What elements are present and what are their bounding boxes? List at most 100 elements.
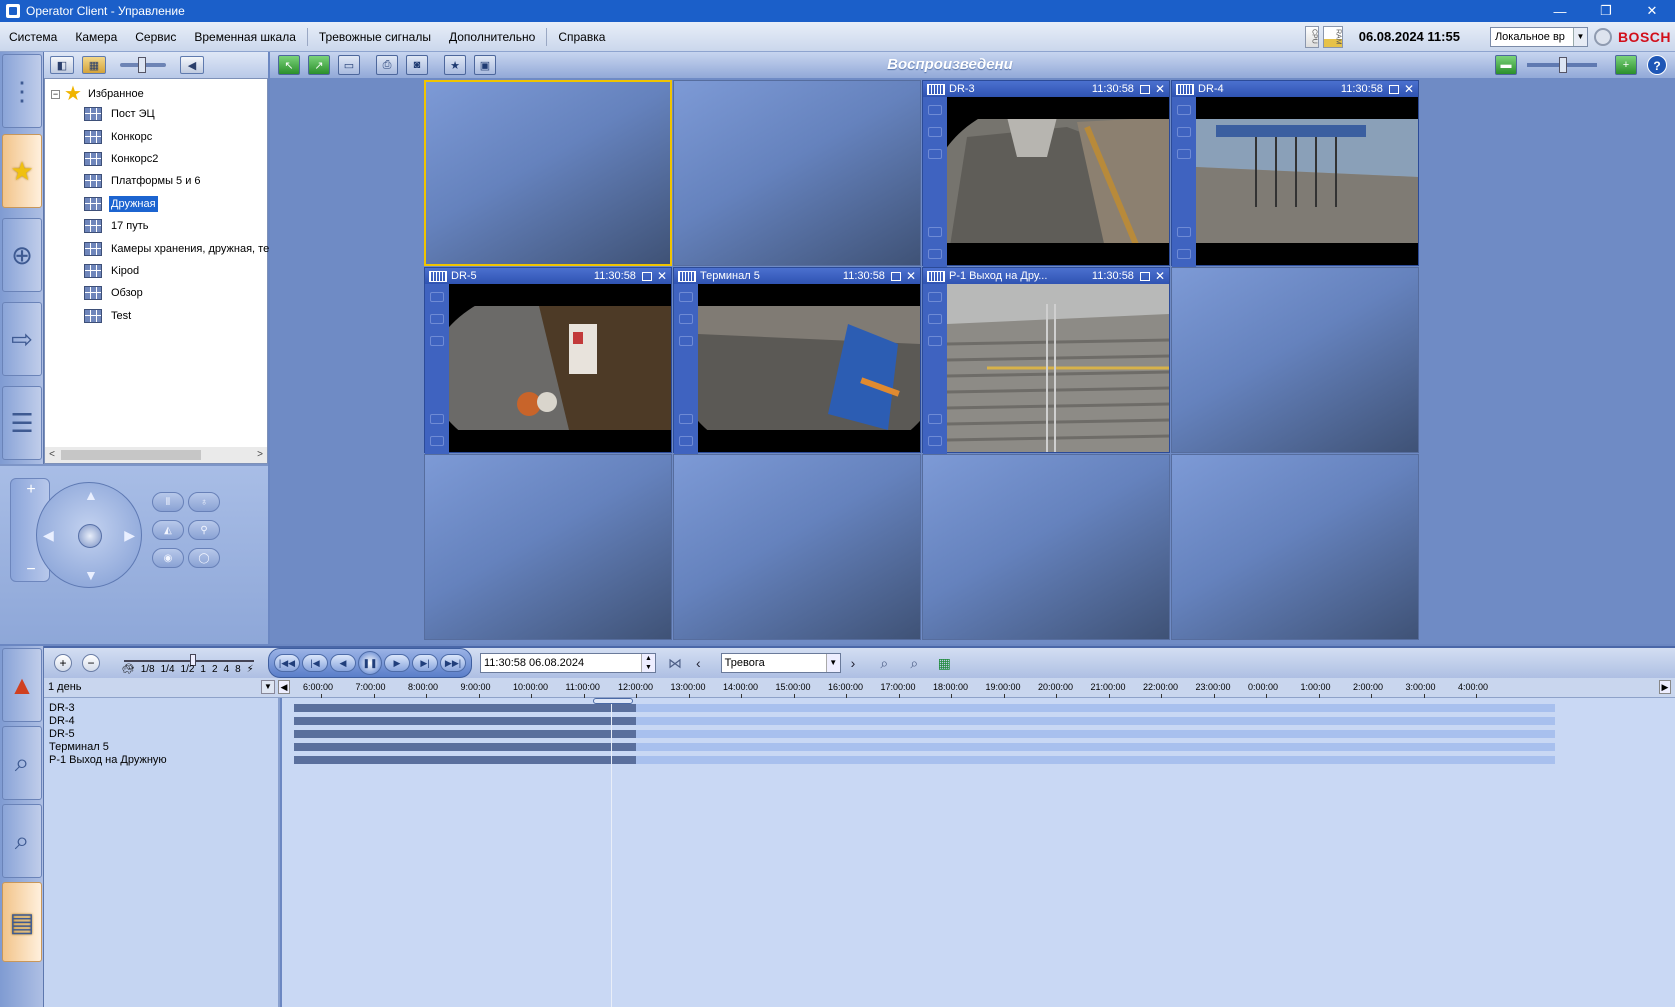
chevron-down-icon[interactable]: ▼ [261, 680, 275, 694]
camera-icon[interactable]: ◧ [50, 56, 74, 74]
image-pane-dr3[interactable]: DR-3 11:30:58 ✕ [922, 80, 1170, 267]
zoom-in-button[interactable]: + [11, 481, 51, 499]
snapshot-icon[interactable]: ◙ [406, 55, 428, 75]
timeline-track[interactable] [294, 704, 1555, 712]
arrow-right-icon[interactable]: ▶ [124, 527, 135, 544]
nav-export[interactable]: ⇨ [2, 302, 42, 376]
image-pane-p1[interactable]: P-1 Выход на Дру... 11:30:58 ✕ [922, 267, 1170, 454]
select-icon[interactable]: ↖ [278, 55, 300, 75]
image-pane-empty[interactable] [1171, 267, 1419, 453]
close-icon[interactable]: ✕ [906, 269, 916, 283]
stop-button[interactable]: ◯ [188, 548, 220, 568]
image-pane-dr4[interactable]: DR-4 11:30:58 ✕ [1171, 80, 1419, 267]
playback-cursor-line[interactable] [610, 698, 612, 1007]
maximize-icon[interactable] [1388, 84, 1399, 94]
ptz-dial[interactable]: ▲ ▼ ◀ ▶ [36, 482, 142, 588]
tree-item[interactable]: Kipod [81, 260, 271, 282]
minimize-button[interactable]: — [1537, 0, 1583, 22]
timeline-camera-name[interactable]: DR-4 [49, 715, 75, 727]
timeline-track[interactable] [294, 717, 1555, 725]
image-pane-dr5[interactable]: DR-5 11:30:58 ✕ [424, 267, 672, 454]
timeline-track[interactable] [294, 730, 1555, 738]
timeline-track[interactable] [294, 756, 1555, 764]
nav-map[interactable]: ⊕ [2, 218, 42, 292]
image-pane-empty[interactable] [673, 454, 921, 640]
event-type-select[interactable]: Тревога ▼ [720, 653, 841, 673]
single-pane-icon[interactable]: ▬ [1495, 55, 1517, 75]
image-pane-terminal5[interactable]: Терминал 5 11:30:58 ✕ [673, 267, 921, 454]
nav-alarm[interactable]: ▲ [2, 648, 42, 722]
tree-hscrollbar[interactable]: < > [45, 447, 267, 463]
nav-list[interactable]: ☰ [2, 386, 42, 460]
step-forward-icon[interactable]: ▶| [412, 654, 438, 672]
tree-item[interactable]: Пост ЭЦ [81, 103, 271, 125]
menu-camera[interactable]: Камера [66, 22, 126, 52]
menu-alarms[interactable]: Тревожные сигналы [310, 22, 440, 52]
tree-item[interactable]: Конкорс [81, 125, 271, 147]
maximize-pane-icon[interactable]: ▭ [338, 55, 360, 75]
film-icon[interactable]: ▦ [82, 56, 106, 74]
drag-icon[interactable]: ↗ [308, 55, 330, 75]
timeline-camera-name[interactable]: DR-3 [49, 702, 75, 714]
playback-datetime-input[interactable]: 11:30:58 06.08.2024 ▲ ▼ [480, 653, 656, 673]
play-icon[interactable]: ▶ [384, 654, 410, 672]
close-icon[interactable]: ✕ [657, 269, 667, 283]
image-pane-empty[interactable] [424, 454, 672, 640]
nav-favorites[interactable]: ★ [2, 134, 42, 208]
timeline-zoom-in-button[interactable]: + [54, 654, 72, 672]
timezone-select[interactable]: Локальное вр ▼ [1489, 26, 1588, 47]
preset-button[interactable]: ◭ [152, 520, 184, 540]
nav-timeline[interactable]: ▤ [2, 882, 42, 962]
collapse-icon[interactable]: − [51, 89, 60, 99]
menu-help[interactable]: Справка [549, 22, 614, 52]
jump-to-time-icon[interactable]: ⋈ [664, 653, 686, 673]
tree-item[interactable]: Test [81, 305, 271, 327]
prev-event-icon[interactable]: ‹ [696, 655, 701, 671]
timeline-camera-name[interactable]: P-1 Выход на Дружную [49, 754, 167, 766]
focus-button[interactable]: ♁ [188, 492, 220, 512]
tree-item[interactable]: 17 путь [81, 215, 271, 237]
record-button[interactable]: ◉ [152, 548, 184, 568]
image-pane-empty[interactable] [424, 80, 672, 266]
close-button[interactable]: ✕ [1629, 0, 1675, 22]
image-pane-empty[interactable] [1171, 454, 1419, 640]
zoom-out-magnifier-icon[interactable]: ⌕ [873, 653, 895, 673]
tree-item[interactable]: Обзор [81, 282, 271, 304]
add-row-icon[interactable]: + [1615, 55, 1637, 75]
print-icon[interactable]: ⎙ [376, 55, 398, 75]
timeline-tracks[interactable] [282, 698, 1675, 1007]
nav-logical-tree[interactable]: ⋮ [2, 54, 42, 128]
scroll-thumb[interactable] [61, 450, 201, 460]
close-icon[interactable]: ✕ [1155, 82, 1165, 96]
export-video-icon[interactable]: ▦ [933, 653, 955, 673]
close-icon[interactable]: ✕ [1155, 269, 1165, 283]
nav-search-forensic[interactable]: ⌕ [2, 726, 42, 800]
reverse-play-icon[interactable]: ◀ [330, 654, 356, 672]
maximize-icon[interactable] [1139, 84, 1150, 94]
scroll-left-icon[interactable]: ◀ [278, 680, 290, 694]
image-pane-empty[interactable] [922, 454, 1170, 640]
arrow-up-icon[interactable]: ▲ [84, 487, 98, 503]
menu-service[interactable]: Сервис [126, 22, 185, 52]
maximize-icon[interactable] [641, 271, 652, 281]
scroll-right-icon[interactable]: > [253, 447, 267, 463]
step-back-icon[interactable]: |◀ [302, 654, 328, 672]
maximize-icon[interactable] [1139, 271, 1150, 281]
tree-root[interactable]: − ★ Избранное [51, 83, 146, 105]
zoom-in-magnifier-icon[interactable]: ⌕ [903, 653, 925, 673]
next-event-icon[interactable]: › [851, 655, 856, 671]
scroll-right-icon[interactable]: ▶ [1659, 680, 1671, 694]
tree-item[interactable]: Конкорс2 [81, 148, 271, 170]
timeline-zoom-out-button[interactable]: − [82, 654, 100, 672]
image-pane-empty[interactable] [673, 80, 921, 266]
tree-item-selected[interactable]: Дружная [81, 193, 271, 215]
pane-count-slider[interactable] [1527, 57, 1597, 73]
menu-system[interactable]: Система [0, 22, 66, 52]
close-icon[interactable]: ✕ [1404, 82, 1414, 96]
menu-extras[interactable]: Дополнительно [440, 22, 544, 52]
iris-button[interactable]: ⦀ [152, 492, 184, 512]
nav-search-motion[interactable]: ⌕ [2, 804, 42, 878]
skip-start-icon[interactable]: |◀◀ [274, 654, 300, 672]
aux-button[interactable]: ⚲ [188, 520, 220, 540]
menu-timeline[interactable]: Временная шкала [185, 22, 305, 52]
